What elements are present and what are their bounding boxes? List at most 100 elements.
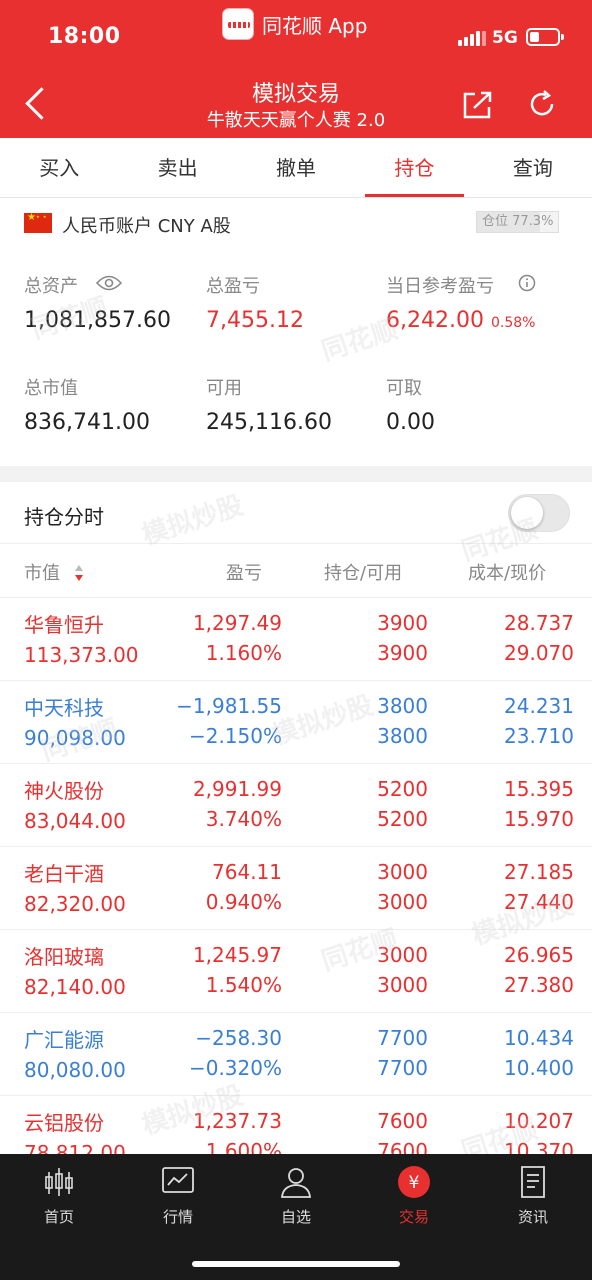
- col-market-value[interactable]: 市值: [24, 559, 60, 585]
- holding-row[interactable]: 洛阳玻璃 82,140.00 1,245.97 1.540% 3000 3000 26.96…: [0, 930, 592, 1013]
- nav-news[interactable]: 资讯: [493, 1164, 573, 1227]
- holding-available: 3800: [377, 724, 428, 748]
- holding-available: 7700: [377, 1056, 428, 1080]
- holding-quantity: 3900: [377, 611, 428, 635]
- holding-price: 10.370: [504, 1139, 574, 1154]
- holding-quantity: 7700: [377, 1026, 428, 1050]
- status-time: 18:00: [48, 24, 121, 49]
- holding-pl-percent: 1.600%: [205, 1139, 282, 1154]
- tab-cancel[interactable]: 撤单: [237, 138, 355, 197]
- section-divider: [0, 466, 592, 482]
- holding-name: 云铝股份: [24, 1111, 104, 1135]
- col-pl[interactable]: 盈亏: [226, 559, 262, 585]
- sort-icon[interactable]: [74, 563, 84, 583]
- nav-home-label: 首页: [43, 1208, 74, 1226]
- app-logo-icon: [222, 8, 254, 40]
- nav-market-label: 行情: [162, 1208, 193, 1226]
- tab-buy[interactable]: 买入: [0, 138, 118, 197]
- signal-icon: [458, 30, 486, 46]
- holdings-timeshare-row: 持仓分时: [0, 482, 592, 544]
- app-header: 18:00 同花顺 App 5G 模拟交易 牛散天天赢个人赛 2.0: [0, 0, 592, 138]
- position-ratio-text: 仓位 77.3%: [482, 214, 554, 229]
- nav-market[interactable]: 行情: [138, 1164, 218, 1227]
- holding-quantity: 5200: [377, 777, 428, 801]
- page-title: 模拟交易: [251, 82, 340, 107]
- home-indicator[interactable]: [192, 1261, 400, 1267]
- battery-icon: [526, 28, 564, 46]
- holding-quantity: 3800: [377, 694, 428, 718]
- holding-pl: 2,991.99: [192, 777, 282, 801]
- refresh-icon: [530, 90, 554, 116]
- holding-name: 华鲁恒升: [24, 613, 104, 637]
- holding-market-value: 82,320.00: [24, 892, 126, 916]
- holding-pl-percent: 3.740%: [205, 807, 282, 831]
- holding-row[interactable]: 华鲁恒升 113,373.00 1,297.49 1.160% 3900 3900 28.7…: [0, 598, 592, 681]
- holding-market-value: 83,044.00: [24, 809, 126, 833]
- info-icon[interactable]: [518, 274, 536, 292]
- market-value-label: 总市值: [24, 378, 78, 399]
- network-type: 5G: [492, 28, 518, 48]
- holding-pl: 1,237.73: [192, 1109, 282, 1133]
- holding-available: 3900: [377, 641, 428, 665]
- holding-name: 广汇能源: [24, 1028, 104, 1052]
- eye-icon[interactable]: [96, 275, 122, 291]
- holding-name: 中天科技: [24, 696, 104, 720]
- holding-price: 10.400: [504, 1056, 574, 1080]
- refresh-button[interactable]: [526, 88, 558, 120]
- holding-available: 5200: [377, 807, 428, 831]
- total-pl-value: 7,455.12: [206, 308, 304, 333]
- app-name: 同花顺 App: [262, 13, 368, 38]
- col-hold[interactable]: 持仓/可用: [324, 559, 402, 585]
- holdings-timeshare-toggle[interactable]: [508, 494, 570, 532]
- app-indicator[interactable]: 同花顺 App: [222, 8, 367, 40]
- nav-watchlist[interactable]: 自选: [256, 1164, 336, 1227]
- tab-holdings[interactable]: 持仓: [355, 138, 473, 197]
- holding-price: 15.970: [504, 807, 574, 831]
- withdrawable-value: 0.00: [386, 410, 435, 435]
- holding-row[interactable]: 老白干酒 82,320.00 764.11 0.940% 3000 3000 27.185 2…: [0, 847, 592, 930]
- market-value-value: 836,741.00: [24, 410, 150, 435]
- day-pl-percent: 0.58%: [491, 315, 536, 331]
- yuan-icon: ¥: [398, 1166, 430, 1198]
- holding-row[interactable]: 中天科技 90,098.00 −1,981.55 −2.150% 3800 3800 24.…: [0, 681, 592, 764]
- available-label: 可用: [206, 378, 242, 399]
- nav-watchlist-label: 自选: [280, 1208, 311, 1226]
- holding-cost: 26.965: [504, 943, 574, 967]
- holding-available: 3000: [377, 890, 428, 914]
- holding-row[interactable]: 云铝股份 78,812.00 1,237.73 1.600% 7600 7600 10.20…: [0, 1096, 592, 1154]
- status-bar: 18:00 同花顺 App 5G: [0, 0, 592, 60]
- nav-home[interactable]: 首页: [19, 1164, 99, 1227]
- holdings-timeshare-title: 持仓分时: [24, 505, 104, 529]
- share-icon: [463, 91, 492, 119]
- holding-row[interactable]: 广汇能源 80,080.00 −258.30 −0.320% 7700 7700 10.43…: [0, 1013, 592, 1096]
- holding-quantity: 3000: [377, 860, 428, 884]
- share-button[interactable]: [462, 90, 494, 120]
- withdrawable-label: 可取: [386, 378, 422, 399]
- holding-market-value: 82,140.00: [24, 975, 126, 999]
- col-cost[interactable]: 成本/现价: [468, 559, 546, 585]
- toggle-knob: [511, 497, 543, 529]
- tab-query[interactable]: 查询: [474, 138, 592, 197]
- holding-pl: 1,297.49: [192, 611, 282, 635]
- holding-pl-percent: 1.160%: [205, 641, 282, 665]
- holding-price: 27.440: [504, 890, 574, 914]
- holding-pl: 764.11: [212, 860, 282, 884]
- holding-pl-percent: 0.940%: [205, 890, 282, 914]
- tab-sell[interactable]: 卖出: [118, 138, 236, 197]
- candlestick-icon: [45, 1168, 73, 1196]
- holding-market-value: 90,098.00: [24, 726, 126, 750]
- total-pl-label: 总盈亏: [206, 276, 260, 297]
- holding-row[interactable]: 神火股份 83,044.00 2,991.99 3.740% 5200 5200 15.39…: [0, 764, 592, 847]
- nav-trade[interactable]: ¥ 交易: [374, 1164, 454, 1227]
- holding-pl: 1,245.97: [192, 943, 282, 967]
- holding-pl: −1,981.55: [176, 694, 282, 718]
- holding-cost: 27.185: [504, 860, 574, 884]
- document-icon: [521, 1166, 545, 1198]
- trade-tabs: 买入 卖出 撤单 持仓 查询: [0, 138, 592, 198]
- holding-cost: 10.207: [504, 1109, 574, 1133]
- holding-price: 23.710: [504, 724, 574, 748]
- account-stats: 总资产 1,081,857.60 总盈亏 7,455.12 当日参考盈亏 6,2…: [0, 248, 592, 468]
- account-label: 人民币账户 CNY A股: [62, 216, 231, 237]
- holding-available: 7600: [377, 1139, 428, 1154]
- holding-available: 3000: [377, 973, 428, 997]
